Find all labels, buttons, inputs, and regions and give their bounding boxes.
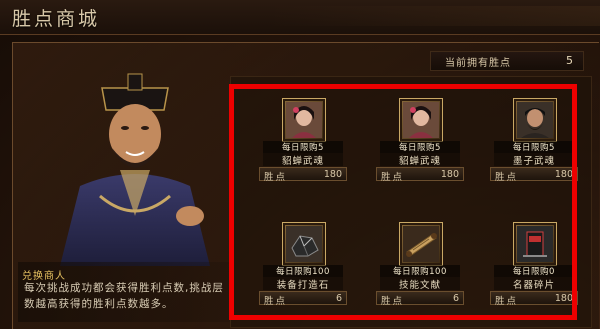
points-value: 5 — [566, 54, 573, 67]
page-title: 胜点商城 — [12, 8, 101, 30]
points-bar: 当前拥有胜点 5 — [430, 51, 584, 71]
merchant-portrait — [60, 73, 210, 266]
points-label: 当前拥有胜点 — [445, 58, 511, 69]
shop-screen: 胜点商城 兑换商人 每次挑战成功都会获得胜利点数,挑战层数越高获得的胜利点数越多… — [0, 0, 600, 329]
highlight-box — [229, 84, 577, 320]
dialog-text: 每次挑战成功都会获得胜利点数,挑战层数越高获得的胜利点数越多。 — [24, 282, 224, 310]
title-bar: 胜点商城 — [0, 0, 600, 35]
title-decoration — [270, 6, 600, 26]
